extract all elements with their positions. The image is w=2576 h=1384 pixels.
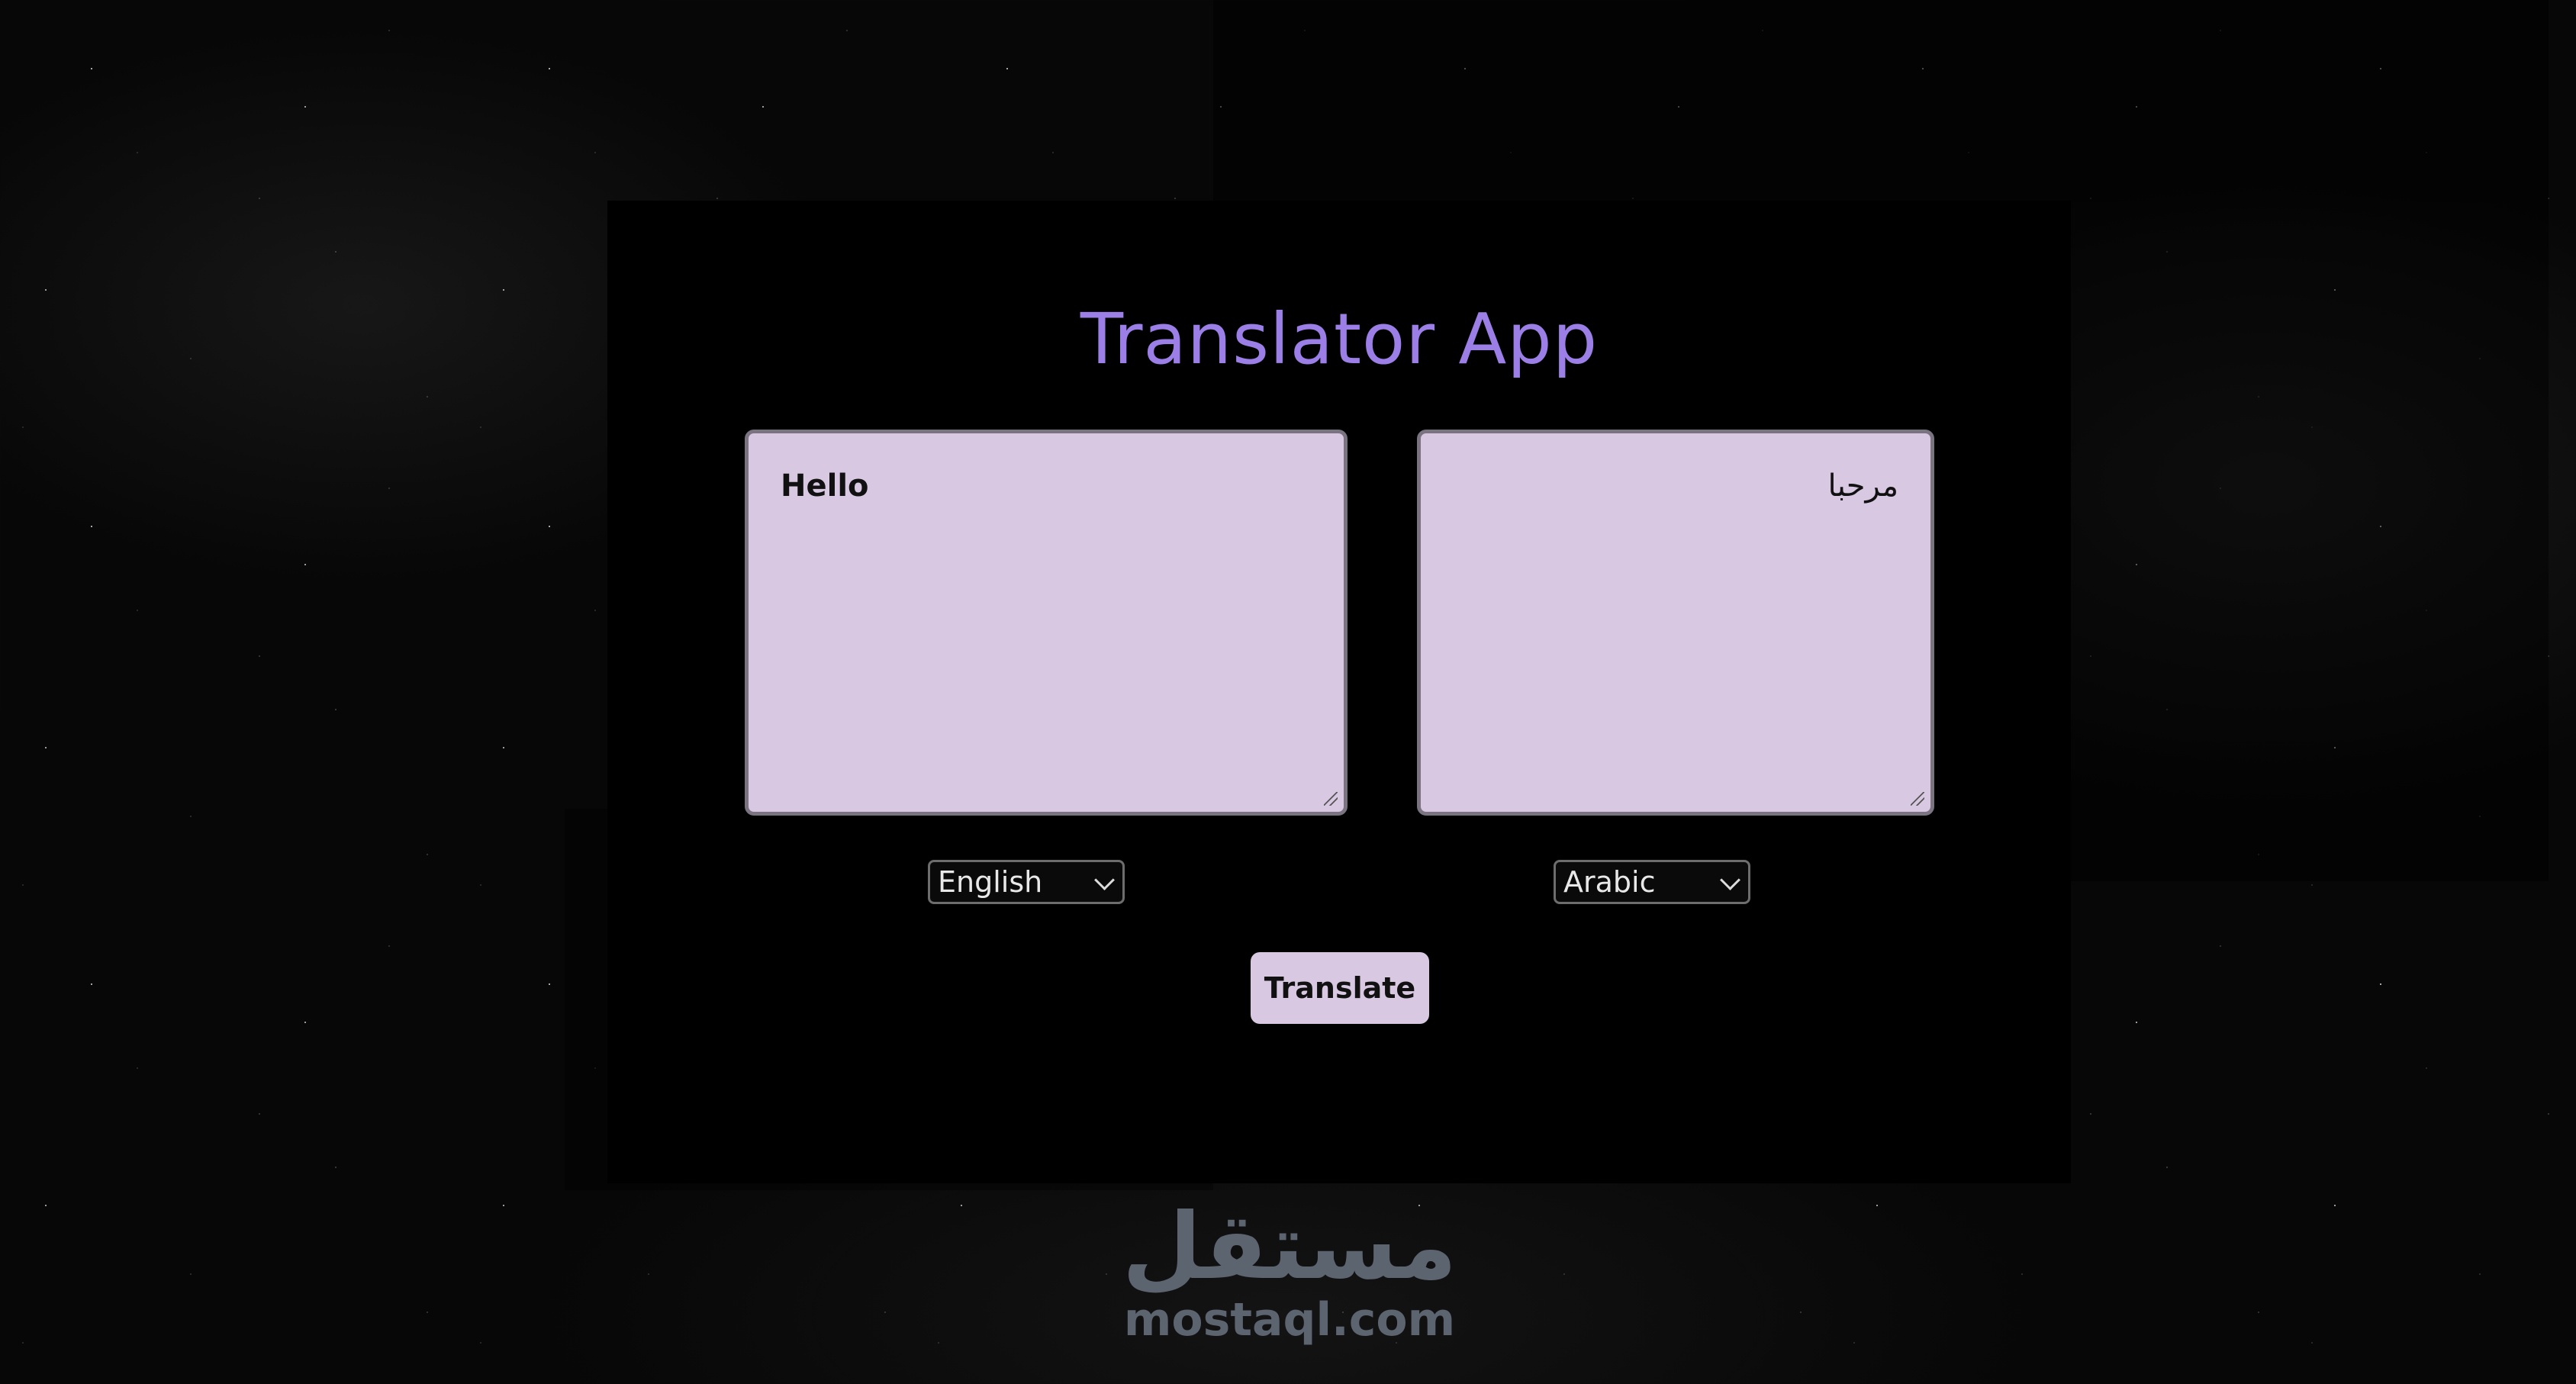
source-language-select[interactable]: English bbox=[928, 860, 1125, 904]
target-language-select[interactable]: Arabic bbox=[1554, 860, 1750, 904]
source-text-area[interactable]: Hello bbox=[745, 430, 1348, 816]
watermark-arabic: مستقل bbox=[1122, 1194, 1457, 1300]
target-text-area[interactable]: مرحبا bbox=[1417, 430, 1934, 816]
translated-text: مرحبا bbox=[1827, 468, 1898, 504]
background-panel bbox=[1213, 0, 2549, 202]
chevron-down-icon bbox=[1720, 870, 1740, 890]
target-language-value: Arabic bbox=[1563, 865, 1656, 899]
watermark-url: mostaql.com bbox=[1123, 1293, 1456, 1347]
watermark-logo: مستقل mostaql.com bbox=[1122, 1202, 1457, 1347]
chevron-down-icon bbox=[1094, 870, 1115, 890]
page-title: Translator App bbox=[1080, 298, 1599, 380]
resize-grip-icon[interactable] bbox=[1911, 792, 1924, 806]
translate-button[interactable]: Translate bbox=[1251, 952, 1429, 1024]
source-language-value: English bbox=[938, 865, 1043, 899]
resize-grip-icon[interactable] bbox=[1324, 792, 1338, 806]
source-text: Hello bbox=[781, 468, 869, 504]
